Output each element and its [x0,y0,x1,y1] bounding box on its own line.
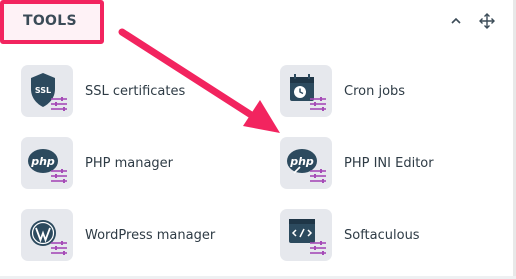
php-ini-badge-text: php [289,155,314,168]
tool-php-ini-editor[interactable]: php PHP INI Editor [280,137,434,189]
panel-title: TOOLS [23,13,77,29]
tool-softaculous[interactable]: Softaculous [280,209,420,261]
tool-php-manager[interactable]: php PHP manager [21,137,173,189]
tool-label: WordPress manager [85,227,216,243]
tool-ssl-certificates[interactable]: SSL SSL certificates [21,65,185,117]
tool-label: Softaculous [344,227,420,243]
ssl-shield-icon: SSL [21,65,73,117]
php-ini-icon: php [280,137,332,189]
tool-wordpress-manager[interactable]: WordPress manager [21,209,215,261]
collapse-chevron-icon[interactable] [447,12,465,30]
code-window-icon [280,209,332,261]
tool-label: PHP manager [85,155,174,171]
move-arrows-icon[interactable] [478,12,496,30]
tool-label: Cron jobs [344,83,406,99]
tool-cron-jobs[interactable]: Cron jobs [280,65,405,117]
php-badge-text: php [30,155,55,168]
wordpress-icon [21,209,73,261]
php-icon: php [21,137,73,189]
tool-label: SSL certificates [85,83,186,99]
ssl-badge-text: SSL [35,86,51,95]
calendar-clock-icon [280,65,332,117]
tools-panel: TOOLS SSL SSL certificates Cron jobs php… [0,0,516,279]
tool-label: PHP INI Editor [344,155,434,171]
